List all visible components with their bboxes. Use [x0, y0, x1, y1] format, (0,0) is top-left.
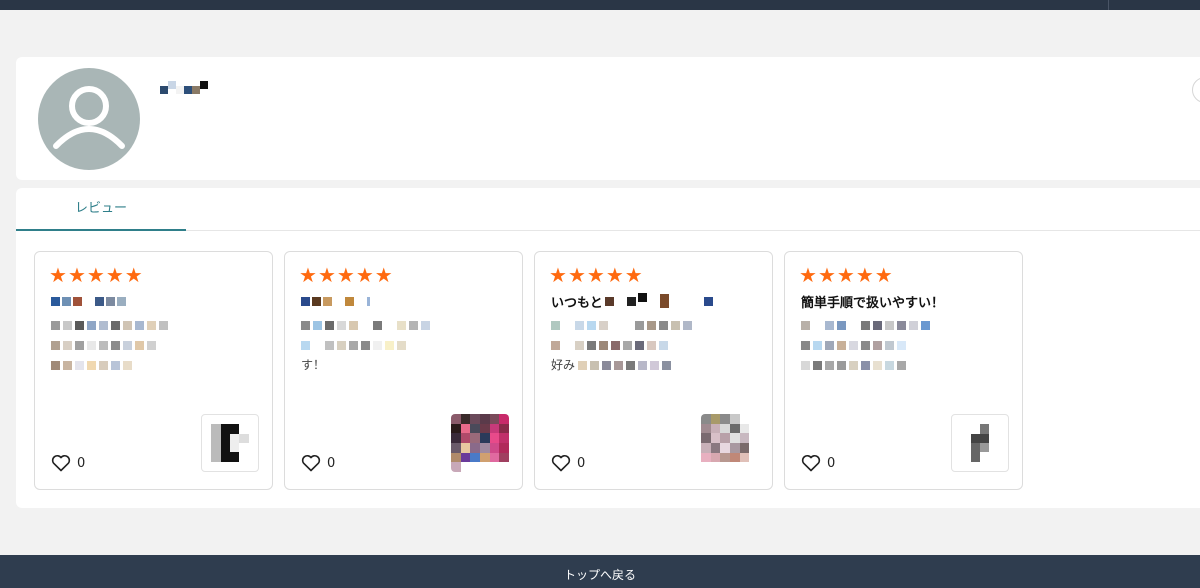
like-count: 0 — [327, 455, 336, 471]
like-button[interactable]: 0 — [801, 454, 835, 472]
review-title-text: いつもと — [551, 295, 603, 311]
review-card[interactable]: ★ ★ ★ ★ ★ いつもと 好み 0 — [534, 251, 773, 490]
review-body-line — [551, 335, 760, 355]
review-body-line — [801, 335, 1010, 355]
review-body-line — [551, 315, 760, 335]
profile-action-button[interactable] — [1192, 77, 1200, 103]
tab-bar: レビュー — [16, 188, 1200, 231]
star-icon: ★ — [299, 263, 317, 287]
star-rating: ★ ★ ★ ★ ★ — [299, 264, 393, 286]
star-icon: ★ — [317, 263, 336, 287]
star-icon: ★ — [67, 263, 86, 287]
review-body-line — [51, 335, 260, 355]
review-title — [301, 292, 510, 310]
star-icon: ★ — [49, 263, 67, 287]
star-icon: ★ — [624, 263, 643, 287]
star-icon: ★ — [855, 263, 874, 287]
star-icon: ★ — [567, 263, 586, 287]
review-card[interactable]: ★ ★ ★ ★ ★ 簡単手順で扱いやすい！ 0 — [784, 251, 1023, 490]
review-title: 簡単手順で扱いやすい！ — [801, 292, 1010, 311]
star-icon: ★ — [874, 263, 893, 287]
review-body: 好み — [551, 315, 760, 375]
review-body-line: す！ — [301, 358, 326, 372]
star-icon: ★ — [124, 263, 143, 287]
review-tabs-panel: レビュー ★ ★ ★ ★ ★ 0 ★ ★ ★ ★ ★ す！ 0 ★ ★ ★ ★ … — [16, 188, 1200, 508]
profile-card — [16, 57, 1200, 180]
star-icon: ★ — [336, 263, 355, 287]
like-count: 0 — [827, 455, 836, 471]
review-body-line — [51, 315, 260, 335]
review-body-line — [301, 315, 510, 335]
user-silhouette-icon — [53, 86, 125, 149]
footer-bar: トップへ戻る — [0, 555, 1200, 588]
star-icon: ★ — [355, 263, 374, 287]
review-body-line — [801, 315, 1010, 335]
review-product-thumbnail[interactable] — [201, 414, 259, 472]
review-body: す！ — [301, 315, 510, 375]
review-title: いつもと — [551, 292, 760, 311]
star-icon: ★ — [799, 263, 817, 287]
review-body — [51, 315, 260, 375]
review-product-thumbnail[interactable] — [951, 414, 1009, 472]
back-to-top-link[interactable]: トップへ戻る — [0, 566, 1200, 583]
like-button[interactable]: 0 — [51, 454, 85, 472]
tab-reviews[interactable]: レビュー — [16, 188, 186, 231]
review-title — [51, 292, 260, 310]
topbar-divider — [1108, 0, 1109, 10]
heart-icon — [301, 454, 321, 472]
heart-icon — [51, 454, 71, 472]
star-icon: ★ — [86, 263, 105, 287]
heart-icon — [551, 454, 571, 472]
star-icon: ★ — [549, 263, 567, 287]
star-icon: ★ — [836, 263, 855, 287]
star-icon: ★ — [605, 263, 624, 287]
like-count: 0 — [77, 455, 86, 471]
like-button[interactable]: 0 — [551, 454, 585, 472]
review-body-line: 好み — [551, 355, 760, 375]
star-icon: ★ — [586, 263, 605, 287]
star-icon: ★ — [105, 263, 124, 287]
heart-icon — [801, 454, 821, 472]
review-product-thumbnail[interactable] — [701, 414, 759, 472]
star-icon: ★ — [374, 263, 393, 287]
review-body-line — [301, 335, 510, 355]
user-avatar — [38, 68, 140, 170]
review-body-line — [51, 355, 260, 375]
like-button[interactable]: 0 — [301, 454, 335, 472]
top-navigation-bar — [0, 0, 1200, 10]
review-card[interactable]: ★ ★ ★ ★ ★ 0 — [34, 251, 273, 490]
username — [160, 80, 208, 100]
review-product-thumbnail[interactable] — [451, 414, 509, 472]
star-rating: ★ ★ ★ ★ ★ — [549, 264, 643, 286]
review-title-text: 簡単手順で扱いやすい！ — [801, 295, 945, 311]
review-body — [801, 315, 1010, 375]
review-body-line — [801, 355, 1010, 375]
star-icon: ★ — [817, 263, 836, 287]
star-rating: ★ ★ ★ ★ ★ — [49, 264, 143, 286]
star-rating: ★ ★ ★ ★ ★ — [799, 264, 893, 286]
review-card[interactable]: ★ ★ ★ ★ ★ す！ 0 — [284, 251, 523, 490]
like-count: 0 — [577, 455, 586, 471]
